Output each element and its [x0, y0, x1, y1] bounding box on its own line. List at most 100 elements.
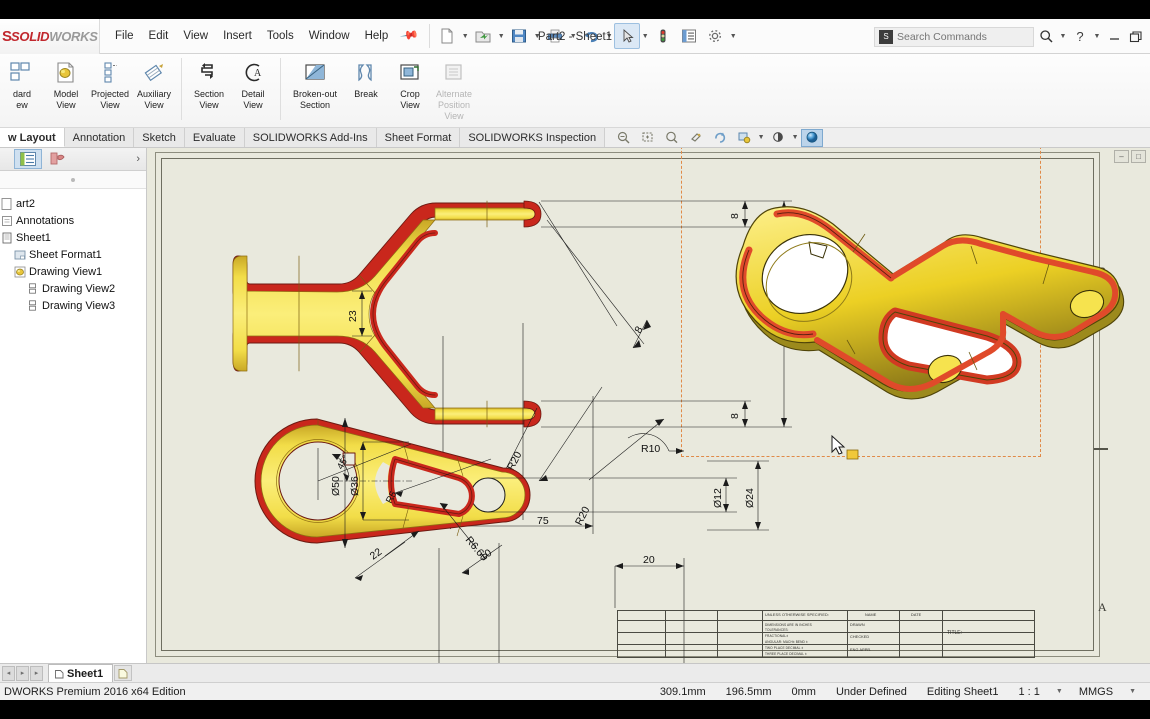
ribbon-label-line1: Auxiliary	[136, 89, 171, 99]
restore-window-button[interactable]	[1126, 26, 1146, 48]
menu-edit[interactable]: Edit	[142, 26, 176, 46]
panel-tab-spacer[interactable]	[2, 149, 12, 169]
ribbon-alternate-position-view[interactable]: Alternate Position View	[432, 54, 476, 127]
title-block-unless-note: UNLESS OTHERWISE SPECIFIED:	[765, 613, 830, 617]
ribbon-label-line1: Detail	[241, 89, 265, 99]
dim-text-8-upper: 8	[729, 213, 741, 219]
tree-item-sheet-format1[interactable]: Sheet Format1	[0, 246, 146, 263]
minimize-button[interactable]	[1104, 26, 1124, 48]
add-sheet-button[interactable]	[114, 665, 133, 681]
pushpin-icon[interactable]: 📌	[395, 22, 427, 50]
ribbon-auxiliary-view[interactable]: Auxiliary View	[132, 54, 176, 127]
title-bar: S SOLID WORKS File Edit View Insert Tools…	[0, 18, 1150, 54]
dim-text-23: 23	[347, 310, 359, 322]
sheet-nav-prev-button[interactable]: ◂	[2, 665, 15, 681]
pan-button[interactable]	[685, 129, 707, 147]
new-document-caret[interactable]: ▼	[460, 33, 470, 40]
ribbon-projected-view[interactable]: Projected View	[88, 54, 132, 127]
letterbox-bottom	[0, 700, 1150, 719]
panel-filter-bar[interactable]	[0, 171, 146, 189]
ribbon-break-view[interactable]: Break	[344, 54, 388, 127]
logo-works-text: WORKS	[49, 28, 98, 44]
tab-sheet-format[interactable]: Sheet Format	[376, 128, 461, 147]
sheet-tab-sheet1[interactable]: Sheet1	[48, 664, 114, 682]
rebuild-button[interactable]	[650, 23, 676, 49]
tab-view-layout[interactable]: w Layout	[0, 128, 65, 147]
search-caret[interactable]: ▼	[1058, 33, 1068, 40]
zoom-fit-button[interactable]	[613, 129, 635, 147]
status-unit-system[interactable]: MMGS	[1069, 686, 1123, 698]
sheet-nav-next-button[interactable]: ▸	[16, 665, 29, 681]
ribbon-detail-view[interactable]: A Detail View	[231, 54, 275, 127]
menu-tools[interactable]: Tools	[260, 26, 301, 46]
drawing-geometry: 8 8 8 60 23 35 75 R20 R20 R10	[232, 200, 1125, 663]
title-block-line-1: DIMENSIONS ARE IN INCHES	[765, 623, 812, 627]
undo-button[interactable]	[578, 23, 604, 49]
settings-gear-button[interactable]	[702, 23, 728, 49]
dim-text-r20-lower: R20	[573, 505, 593, 528]
display-style-caret[interactable]: ▼	[791, 134, 799, 141]
select-caret[interactable]: ▼	[640, 33, 650, 40]
status-units-caret[interactable]: ▼	[1123, 688, 1142, 695]
drawing-sheet-canvas[interactable]: – □ B A	[147, 148, 1150, 663]
feature-manager-tab[interactable]	[14, 149, 42, 169]
tree-item-annotations[interactable]: Annotations	[0, 212, 146, 229]
new-document-button[interactable]	[434, 23, 460, 49]
search-magnifier-icon[interactable]	[1036, 26, 1056, 48]
options-panel-button[interactable]	[676, 23, 702, 49]
display-manager-tab[interactable]	[44, 149, 72, 169]
help-button[interactable]: ?	[1070, 26, 1090, 48]
ribbon-crop-view[interactable]: Crop View	[388, 54, 432, 127]
menu-window[interactable]: Window	[302, 26, 357, 46]
print-button[interactable]	[542, 23, 568, 49]
tree-item-sheet1[interactable]: Sheet1	[0, 229, 146, 246]
ribbon-label-line2: View	[56, 100, 76, 110]
ribbon-standard-3-view[interactable]: dard ew	[0, 54, 44, 127]
tab-annotation[interactable]: Annotation	[64, 128, 135, 147]
settings-caret[interactable]: ▼	[728, 33, 738, 40]
tree-item-drawing-view2[interactable]: Drawing View2	[0, 280, 146, 297]
menu-file[interactable]: File	[108, 26, 141, 46]
select-button[interactable]	[614, 23, 641, 49]
view-orientation-caret[interactable]: ▼	[757, 134, 765, 141]
status-sheet-scale[interactable]: 1 : 1	[1008, 686, 1049, 698]
search-input[interactable]	[897, 30, 1012, 43]
tree-item-part2[interactable]: art2	[0, 195, 146, 212]
tree-item-drawing-view1[interactable]: Drawing View1	[0, 263, 146, 280]
annotations-folder-icon	[0, 214, 13, 227]
apply-scene-button[interactable]	[801, 128, 824, 147]
save-caret[interactable]: ▼	[532, 33, 542, 40]
menu-view[interactable]: View	[176, 26, 215, 46]
open-document-button[interactable]	[470, 23, 496, 49]
ribbon-section-view[interactable]: Section View	[187, 54, 231, 127]
tab-sketch[interactable]: Sketch	[134, 128, 185, 147]
display-style-button[interactable]	[767, 129, 789, 147]
search-commands-box[interactable]: S	[874, 26, 1034, 47]
tab-evaluate[interactable]: Evaluate	[184, 128, 245, 147]
open-document-caret[interactable]: ▼	[496, 33, 506, 40]
print-caret[interactable]: ▼	[568, 33, 578, 40]
status-scale-caret[interactable]: ▼	[1050, 688, 1069, 695]
save-button[interactable]	[506, 23, 532, 49]
help-caret[interactable]: ▼	[1092, 33, 1102, 40]
view-orientation-button[interactable]	[733, 129, 755, 147]
status-z-coordinate: 0mm	[791, 685, 816, 698]
ribbon-broken-out-section[interactable]: Broken-out Section	[286, 54, 344, 127]
tab-solidworks-inspection[interactable]: SOLIDWORKS Inspection	[460, 128, 606, 147]
title-block-row-checked: CHECKED	[850, 635, 870, 639]
panel-expand-chevron-icon[interactable]: ›	[136, 153, 140, 165]
zoom-in-out-button[interactable]	[661, 129, 683, 147]
projected-view-icon	[96, 59, 124, 87]
menu-help[interactable]: Help	[358, 26, 396, 46]
undo-caret[interactable]: ▼	[604, 33, 614, 40]
title-block[interactable]: UNLESS OTHERWISE SPECIFIED: DIMENSIONS A…	[617, 610, 1035, 658]
title-block-row-drawn: DRAWN	[850, 623, 865, 627]
zoom-area-button[interactable]	[637, 129, 659, 147]
rotate-view-button[interactable]	[709, 129, 731, 147]
menu-insert[interactable]: Insert	[216, 26, 259, 46]
tab-solidworks-add-ins[interactable]: SOLIDWORKS Add-Ins	[244, 128, 377, 147]
ribbon-label-line1: dard	[12, 89, 31, 99]
tree-item-drawing-view3[interactable]: Drawing View3	[0, 297, 146, 314]
sheet-nav-last-button[interactable]: ▸	[30, 665, 43, 681]
ribbon-model-view[interactable]: Model View	[44, 54, 88, 127]
